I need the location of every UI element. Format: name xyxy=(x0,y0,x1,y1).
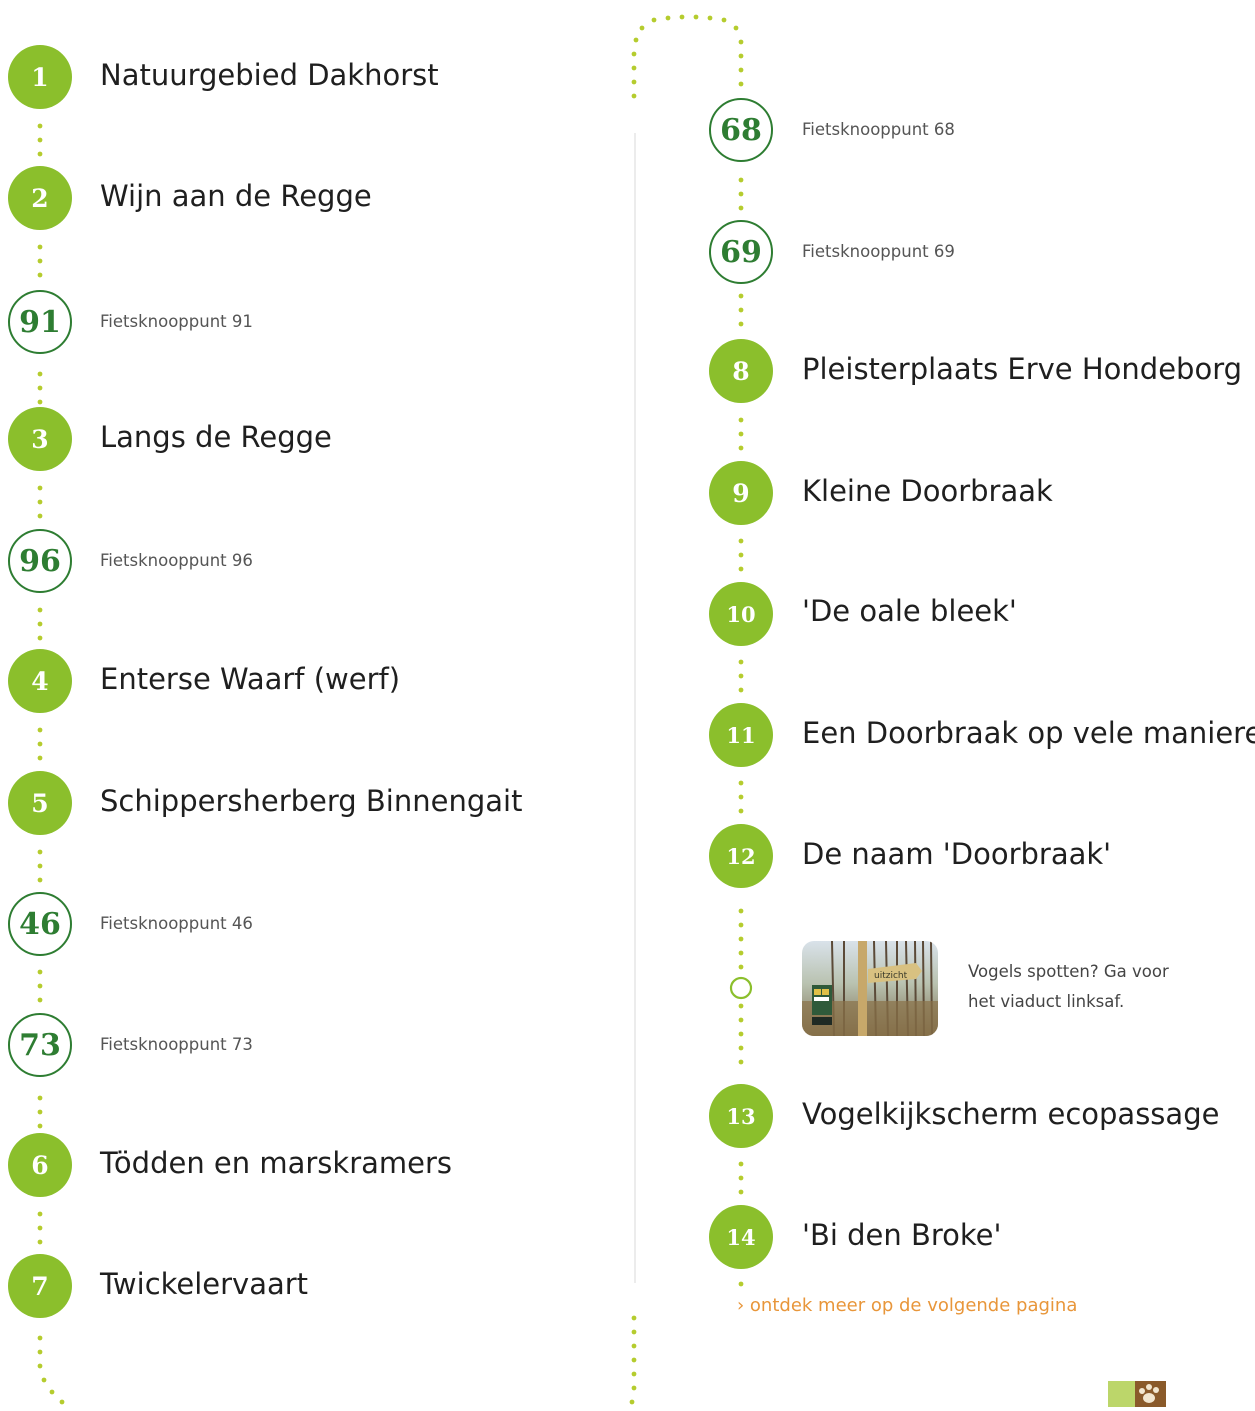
knooppunt-label-73[interactable]: Fietsknooppunt 73 xyxy=(100,1035,253,1054)
stop-label-12[interactable]: De naam 'Doorbraak' xyxy=(802,837,1111,871)
stop-label-9[interactable]: Kleine Doorbraak xyxy=(802,474,1053,508)
stop-label-11[interactable]: Een Doorbraak op vele manieren xyxy=(802,716,1255,750)
signpost-text: uitzicht xyxy=(874,971,908,981)
knooppunt-label-68[interactable]: Fietsknooppunt 68 xyxy=(802,120,955,139)
stop-marker-3[interactable]: 3 xyxy=(8,407,72,471)
stop-label-7[interactable]: Twickelervaart xyxy=(100,1267,308,1301)
stop-marker-8[interactable]: 8 xyxy=(709,339,773,403)
stop-label-3[interactable]: Langs de Regge xyxy=(100,420,332,454)
knooppunt-label-46[interactable]: Fietsknooppunt 46 xyxy=(100,914,253,933)
stop-marker-5[interactable]: 5 xyxy=(8,771,72,835)
stop-marker-7[interactable]: 7 xyxy=(8,1254,72,1318)
stop-marker-14[interactable]: 14 xyxy=(709,1205,773,1269)
knooppunt-label-96[interactable]: Fietsknooppunt 96 xyxy=(100,551,253,570)
stop-label-13[interactable]: Vogelkijkscherm ecopassage xyxy=(802,1097,1219,1131)
stop-label-8[interactable]: Pleisterplaats Erve Hondeborg xyxy=(802,352,1242,386)
stop-marker-12[interactable]: 12 xyxy=(709,824,773,888)
stop-marker-1[interactable]: 1 xyxy=(8,45,72,109)
knooppunt-marker-68[interactable]: 68 xyxy=(709,98,773,162)
stop-marker-2[interactable]: 2 xyxy=(8,166,72,230)
stop-marker-4[interactable]: 4 xyxy=(8,649,72,713)
knooppunt-marker-91[interactable]: 91 xyxy=(8,290,72,354)
stop-label-6[interactable]: Tödden en marskramers xyxy=(100,1146,452,1180)
info-waypoint-ring xyxy=(729,976,753,1000)
stop-label-10[interactable]: 'De oale bleek' xyxy=(802,594,1017,628)
stop-marker-6[interactable]: 6 xyxy=(8,1133,72,1197)
knooppunt-marker-96[interactable]: 96 xyxy=(8,529,72,593)
knooppunt-marker-73[interactable]: 73 xyxy=(8,1013,72,1077)
stop-label-1[interactable]: Natuurgebied Dakhorst xyxy=(100,58,439,92)
stop-marker-13[interactable]: 13 xyxy=(709,1084,773,1148)
stop-label-5[interactable]: Schippersherberg Binnengait xyxy=(100,784,522,818)
knooppunt-marker-69[interactable]: 69 xyxy=(709,220,773,284)
next-page-link[interactable]: › ontdek meer op de volgende pagina xyxy=(737,1295,1077,1316)
paw-logo-icon xyxy=(1108,1381,1166,1407)
stop-marker-9[interactable]: 9 xyxy=(709,461,773,525)
stop-marker-11[interactable]: 11 xyxy=(709,703,773,767)
column-divider xyxy=(634,133,636,1283)
knooppunt-marker-46[interactable]: 46 xyxy=(8,892,72,956)
info-text-line-1: Vogels spotten? Ga voor xyxy=(968,962,1169,981)
stop-marker-10[interactable]: 10 xyxy=(709,582,773,646)
stop-label-4[interactable]: Enterse Waarf (werf) xyxy=(100,662,400,696)
info-text-line-2: het viaduct linksaf. xyxy=(968,992,1125,1011)
knooppunt-label-91[interactable]: Fietsknooppunt 91 xyxy=(100,312,253,331)
stop-label-2[interactable]: Wijn aan de Regge xyxy=(100,179,372,213)
signpost-photo: uitzicht xyxy=(802,941,938,1036)
knooppunt-label-69[interactable]: Fietsknooppunt 69 xyxy=(802,242,955,261)
info-text: Vogels spotten? Ga voor het viaduct link… xyxy=(968,957,1208,1017)
stop-label-14[interactable]: 'Bi den Broke' xyxy=(802,1218,1002,1252)
